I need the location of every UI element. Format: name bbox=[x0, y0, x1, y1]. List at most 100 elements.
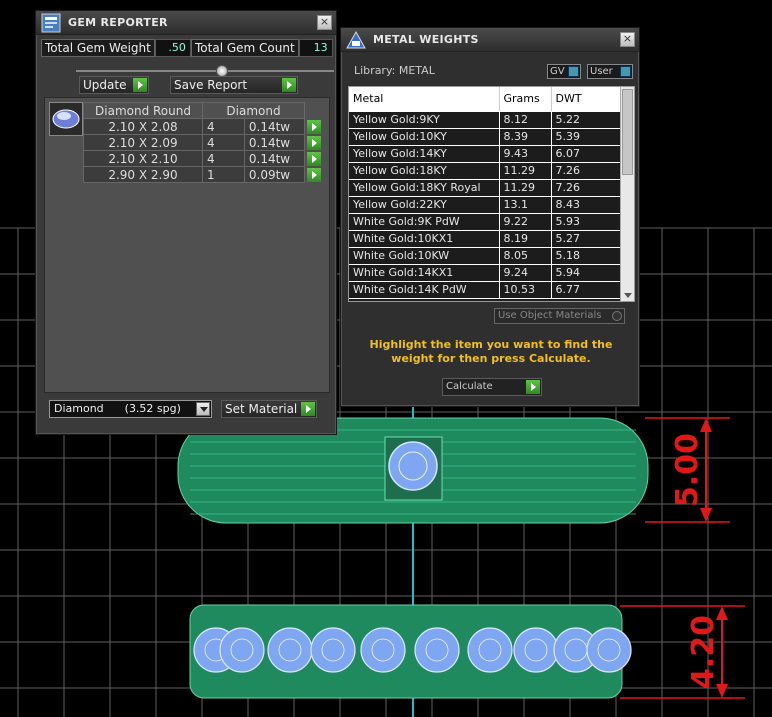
gem-size: 2.90 X 2.90 bbox=[83, 166, 203, 183]
gem-stone bbox=[513, 627, 559, 673]
user-toggle[interactable]: User bbox=[587, 64, 633, 79]
gem-row[interactable]: 2.10 X 2.09 4 0.14tw bbox=[83, 134, 323, 151]
gem-row[interactable]: 2.10 X 2.10 4 0.14tw bbox=[83, 150, 323, 167]
gem-stone bbox=[414, 627, 460, 673]
gem-size: 2.10 X 2.09 bbox=[83, 134, 203, 151]
gem-stone bbox=[219, 627, 265, 673]
set-material-button-label: Set Material bbox=[225, 402, 298, 416]
gem-row[interactable]: 2.90 X 2.90 1 0.09tw bbox=[83, 166, 323, 183]
slider-track bbox=[76, 70, 334, 72]
metal-dwt: 5.27 bbox=[551, 230, 622, 248]
gem-weight: 0.14tw bbox=[243, 150, 306, 167]
gem-material-header: Diamond bbox=[202, 102, 305, 119]
gem-stone bbox=[586, 627, 632, 673]
play-arrow-icon[interactable] bbox=[307, 135, 321, 150]
metal-weights-titlebar[interactable]: METAL WEIGHTS × bbox=[341, 28, 639, 52]
metal-row[interactable]: White Gold:9K PdW 9.22 5.93 bbox=[349, 213, 622, 231]
metal-metal: Yellow Gold:18KY bbox=[349, 162, 500, 180]
calculate-button-label: Calculate bbox=[446, 381, 493, 392]
gem-reporter-titlebar[interactable]: GEM REPORTER × bbox=[36, 11, 336, 35]
gem-list-area: Diamond Round Diamond 2.10 X 2.08 4 0.14… bbox=[44, 97, 330, 393]
metal-row[interactable]: Yellow Gold:18KY 11.29 7.26 bbox=[349, 162, 622, 180]
gem-table: Diamond Round Diamond 2.10 X 2.08 4 0.14… bbox=[83, 102, 323, 183]
use-object-materials-label: Use Object Materials bbox=[498, 310, 602, 321]
metal-table[interactable]: Metal Grams DWT Yellow Gold:9KY 8.12 5.22 Y… bbox=[348, 86, 635, 302]
metal-metal: White Gold:10KX1 bbox=[349, 230, 500, 248]
arrow-down-icon bbox=[700, 508, 712, 522]
close-icon[interactable]: × bbox=[620, 32, 635, 47]
gem-shape-header: Diamond Round bbox=[83, 102, 203, 119]
col-dwt-header[interactable]: DWT bbox=[551, 87, 622, 112]
gem-reporter-panel: GEM REPORTER × Total Gem Weight .50 Tota… bbox=[35, 10, 337, 435]
play-arrow-icon bbox=[133, 78, 147, 92]
gem-weight: 0.14tw bbox=[243, 118, 306, 135]
total-gem-count-label: Total Gem Count bbox=[191, 39, 299, 57]
toggle-icon bbox=[568, 66, 579, 77]
metal-row[interactable]: White Gold:10KX1 8.19 5.27 bbox=[349, 230, 622, 248]
close-icon[interactable]: × bbox=[317, 15, 332, 30]
material-select-value: Diamond (3.52 spg) bbox=[54, 402, 181, 415]
metal-dwt: 6.77 bbox=[551, 281, 622, 299]
metal-dwt: 5.39 bbox=[551, 128, 622, 146]
metal-weights-app-icon bbox=[345, 30, 367, 50]
gem-size: 2.10 X 2.08 bbox=[83, 118, 203, 135]
metal-grams: 11.29 bbox=[499, 162, 552, 180]
play-arrow-icon[interactable] bbox=[307, 151, 321, 166]
gem-stone bbox=[267, 627, 313, 673]
gem-reporter-title: GEM REPORTER bbox=[68, 16, 168, 29]
gem-stone bbox=[310, 627, 356, 673]
gem-row[interactable]: 2.10 X 2.08 4 0.14tw bbox=[83, 118, 323, 135]
metal-grams: 10.53 bbox=[499, 281, 552, 299]
col-grams-header[interactable]: Grams bbox=[499, 87, 552, 112]
chevron-down-icon[interactable] bbox=[196, 402, 210, 416]
metal-row[interactable]: Yellow Gold:14KY 9.43 6.07 bbox=[349, 145, 622, 163]
gem-count: 4 bbox=[202, 118, 245, 135]
calculate-button[interactable]: Calculate bbox=[442, 378, 542, 396]
metal-row[interactable]: White Gold:14KX1 9.24 5.94 bbox=[349, 264, 622, 282]
gv-label: GV bbox=[550, 66, 565, 77]
play-arrow-icon bbox=[526, 380, 540, 394]
radio-icon bbox=[612, 311, 622, 321]
chevron-down-icon[interactable] bbox=[624, 293, 632, 298]
metal-metal: White Gold:9K PdW bbox=[349, 213, 500, 231]
metal-row[interactable]: Yellow Gold:22KY 13.1 8.43 bbox=[349, 196, 622, 214]
play-arrow-icon bbox=[282, 78, 296, 92]
gem-thumbnail-icon[interactable] bbox=[49, 102, 83, 136]
update-button[interactable]: Update bbox=[79, 76, 149, 94]
gv-toggle[interactable]: GV bbox=[547, 64, 581, 79]
metal-row[interactable]: Yellow Gold:18KY Royal 11.29 7.26 bbox=[349, 179, 622, 197]
col-metal-header[interactable]: Metal bbox=[349, 87, 500, 112]
save-report-button[interactable]: Save Report bbox=[170, 76, 298, 94]
metal-weights-title: METAL WEIGHTS bbox=[373, 33, 479, 46]
metal-grams: 8.12 bbox=[499, 111, 552, 129]
arrow-up-icon bbox=[700, 418, 712, 432]
metal-dwt: 8.43 bbox=[551, 196, 622, 214]
play-arrow-icon[interactable] bbox=[307, 167, 321, 182]
material-select[interactable]: Diamond (3.52 spg) bbox=[49, 400, 212, 418]
gem-slider[interactable] bbox=[76, 65, 334, 77]
gem-stone bbox=[467, 627, 513, 673]
metal-row[interactable]: Yellow Gold:10KY 8.39 5.39 bbox=[349, 128, 622, 146]
user-label: User bbox=[590, 66, 613, 77]
scrollbar-thumb[interactable] bbox=[622, 89, 633, 175]
update-button-label: Update bbox=[83, 78, 127, 92]
metal-dwt: 7.26 bbox=[551, 162, 622, 180]
dimension-label-bottom: 4.20 bbox=[686, 615, 721, 689]
metal-row[interactable]: White Gold:14K PdW 10.53 6.77 bbox=[349, 281, 622, 299]
metal-grams: 9.24 bbox=[499, 264, 552, 282]
metal-grams: 9.22 bbox=[499, 213, 552, 231]
play-arrow-icon[interactable] bbox=[307, 119, 321, 134]
metal-table-scrollbar[interactable] bbox=[620, 87, 634, 301]
gem-size: 2.10 X 2.10 bbox=[83, 150, 203, 167]
set-material-button[interactable]: Set Material bbox=[221, 400, 317, 418]
total-gem-weight-value: .50 bbox=[154, 39, 191, 57]
save-report-button-label: Save Report bbox=[174, 78, 248, 92]
use-object-materials-toggle[interactable]: Use Object Materials bbox=[494, 308, 625, 324]
gem-weight: 0.09tw bbox=[243, 166, 306, 183]
metal-row[interactable]: White Gold:10KW 8.05 5.18 bbox=[349, 247, 622, 265]
gem-stone bbox=[388, 441, 438, 491]
metal-dwt: 5.94 bbox=[551, 264, 622, 282]
metal-metal: White Gold:14KX1 bbox=[349, 264, 500, 282]
metal-weights-panel: METAL WEIGHTS × Library: METAL GV User M… bbox=[340, 27, 640, 407]
metal-row[interactable]: Yellow Gold:9KY 8.12 5.22 bbox=[349, 111, 622, 129]
